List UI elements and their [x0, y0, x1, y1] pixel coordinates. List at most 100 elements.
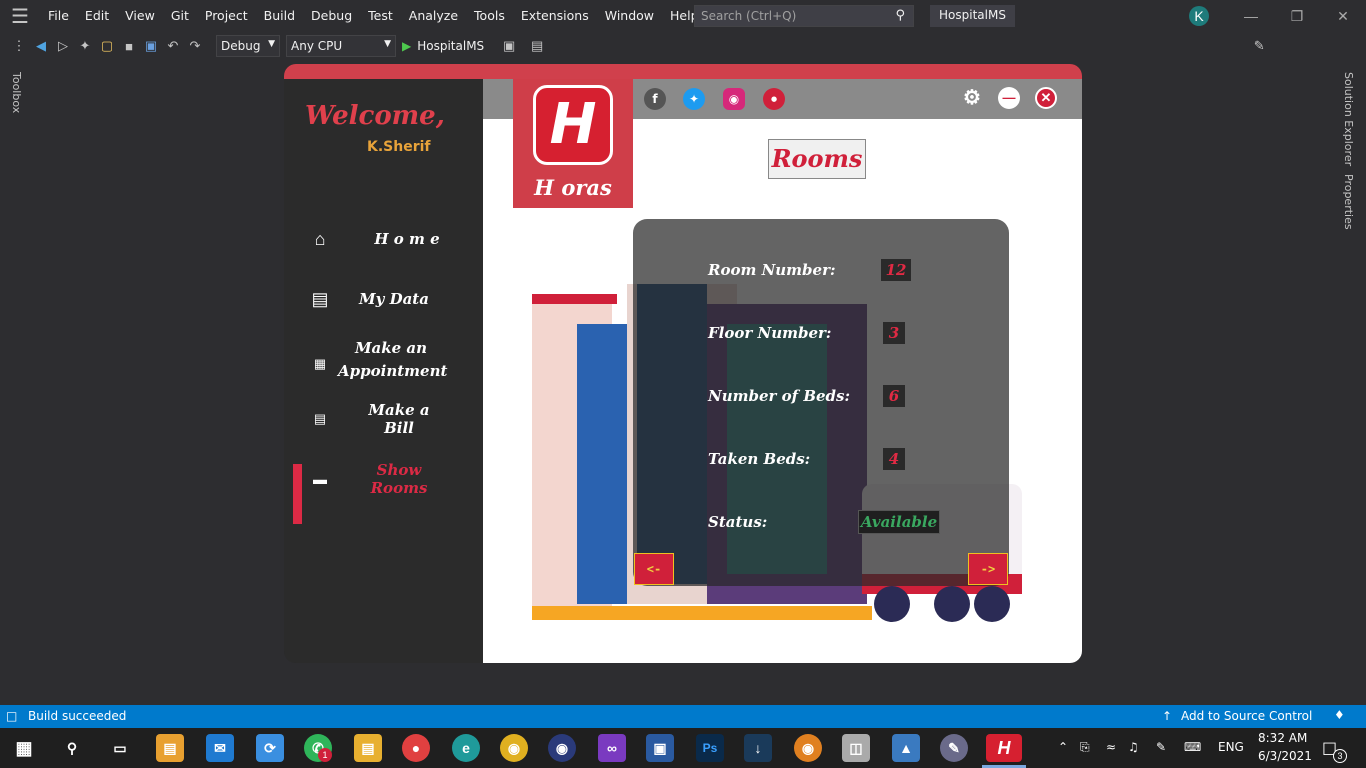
- live-share-icon[interactable]: ✎: [1248, 38, 1270, 54]
- menu-extensions[interactable]: Extensions: [513, 0, 597, 32]
- horas-app-icon[interactable]: H: [986, 734, 1022, 762]
- undo-icon[interactable]: ↶: [162, 38, 184, 54]
- minimize-icon[interactable]: —: [1228, 0, 1274, 32]
- search-icon[interactable]: ⚲: [58, 734, 86, 762]
- search-icon: ⚲: [895, 8, 905, 23]
- store-icon[interactable]: ▤: [156, 734, 184, 762]
- page-title: Rooms: [768, 139, 866, 179]
- next-room-button[interactable]: ->: [968, 553, 1008, 585]
- gear-icon[interactable]: ⚙: [961, 87, 983, 109]
- windows-start-icon[interactable]: ▦: [10, 734, 38, 762]
- open-folder-icon[interactable]: ▢: [96, 38, 118, 54]
- menu-file[interactable]: File: [40, 0, 77, 32]
- menu-edit[interactable]: Edit: [77, 0, 117, 32]
- sync-icon[interactable]: ⟳: [256, 734, 284, 762]
- username-label: K.Sherif: [367, 139, 431, 155]
- nav-appointment-line1: Make an: [354, 339, 428, 357]
- wifi-icon[interactable]: ≈: [1106, 740, 1116, 754]
- bell-icon[interactable]: ♦: [1334, 708, 1345, 722]
- status-label: Status:: [708, 513, 768, 531]
- start-debug-button[interactable]: ▶ HospitalMS: [402, 39, 484, 53]
- menu-view[interactable]: View: [117, 0, 163, 32]
- edge-icon[interactable]: e: [452, 734, 480, 762]
- clock-date[interactable]: 6/3/2021: [1258, 749, 1312, 763]
- menu-test[interactable]: Test: [360, 0, 401, 32]
- taken-beds-label: Taken Beds:: [708, 450, 811, 468]
- output-icon[interactable]: □: [6, 709, 17, 723]
- new-project-icon[interactable]: ✦: [74, 38, 96, 54]
- recorder-icon[interactable]: ●: [402, 734, 430, 762]
- installer-icon[interactable]: ↓: [744, 734, 772, 762]
- build-status-text: Build succeeded: [28, 709, 127, 723]
- restore-icon[interactable]: ❐: [1274, 0, 1320, 32]
- toolbox-tab[interactable]: Toolbox: [10, 72, 23, 113]
- menu-build[interactable]: Build: [256, 0, 303, 32]
- twitter-icon[interactable]: ✦: [683, 88, 705, 110]
- task-view-icon[interactable]: ▭: [106, 734, 134, 762]
- forward-icon[interactable]: ▷: [52, 38, 74, 54]
- photos-icon[interactable]: ▲: [892, 734, 920, 762]
- save-icon[interactable]: ■: [118, 39, 140, 54]
- instagram-icon[interactable]: ◉: [723, 88, 745, 110]
- properties-tab[interactable]: Properties: [1342, 174, 1355, 230]
- platform-dropdown[interactable]: Any CPU ▼: [286, 35, 396, 57]
- vs-toolbar: ⋮ ◀ ▷ ✦ ▢ ■ ▣ ↶ ↷ Debug ▼ Any CPU ▼ ▶ Ho…: [0, 32, 1366, 60]
- menu-window[interactable]: Window: [597, 0, 662, 32]
- search-placeholder: Search (Ctrl+Q): [701, 9, 797, 23]
- status-badge: Available: [858, 510, 940, 534]
- clock-time[interactable]: 8:32 AM: [1258, 731, 1307, 745]
- folder-icon[interactable]: ▣: [498, 38, 520, 54]
- menu-debug[interactable]: Debug: [303, 0, 360, 32]
- horas-logo: H H oras: [513, 79, 633, 208]
- whatsapp-badge: 1: [318, 748, 332, 762]
- redo-icon[interactable]: ↷: [184, 38, 206, 54]
- search-input[interactable]: Search (Ctrl+Q) ⚲: [694, 5, 914, 27]
- eclipse-icon[interactable]: ◉: [548, 734, 576, 762]
- close-app-button[interactable]: ✕: [1035, 87, 1057, 109]
- database-icon[interactable]: ◫: [842, 734, 870, 762]
- app-title-strip[interactable]: [284, 64, 1082, 79]
- language-indicator[interactable]: ENG: [1218, 740, 1244, 754]
- menu-project[interactable]: Project: [197, 0, 256, 32]
- menu-analyze[interactable]: Analyze: [401, 0, 466, 32]
- pen-icon[interactable]: ✎: [1156, 740, 1166, 754]
- nav-my-data-label: My Data: [359, 290, 429, 308]
- nav-show-rooms[interactable]: ▬ Show Rooms: [284, 461, 483, 497]
- nav-make-bill[interactable]: ▤ Make a Bill: [284, 401, 483, 437]
- solution-explorer-tab[interactable]: Solution Explorer: [1342, 72, 1355, 166]
- back-icon[interactable]: ◀: [30, 38, 52, 54]
- browser-icon[interactable]: ▤: [526, 38, 548, 54]
- app-window-icon[interactable]: ▣: [646, 734, 674, 762]
- visual-studio-icon[interactable]: ∞: [598, 734, 626, 762]
- menu-tools[interactable]: Tools: [466, 0, 513, 32]
- visual-studio-logo-icon[interactable]: ☰: [0, 0, 40, 32]
- nav-make-appointment[interactable]: ▦ Make an Appointment: [284, 339, 483, 389]
- source-control-button[interactable]: Add to Source Control: [1181, 709, 1312, 723]
- user-avatar[interactable]: K: [1189, 6, 1209, 26]
- file-explorer-icon[interactable]: ▤: [354, 734, 382, 762]
- chevron-down-icon: ▼: [384, 39, 391, 49]
- chrome-icon[interactable]: ◉: [500, 734, 528, 762]
- ime-icon[interactable]: ⎘: [1080, 740, 1090, 755]
- config-dropdown[interactable]: Debug ▼: [216, 35, 280, 57]
- blender-icon[interactable]: ◉: [794, 734, 822, 762]
- nav-home[interactable]: ⌂ H o m e: [284, 224, 483, 254]
- photoshop-icon[interactable]: Ps: [696, 734, 724, 762]
- close-icon[interactable]: ✕: [1320, 0, 1366, 32]
- windows-taskbar: ▦ ⚲ ▭ ▤ ✉ ⟳ ✆ 1 ▤ ● e ◉ ◉ ∞ ▣ Ps ↓ ◉ ◫ ▲…: [0, 728, 1366, 768]
- mail-icon[interactable]: ✉: [206, 734, 234, 762]
- save-all-icon[interactable]: ▣: [140, 38, 162, 54]
- keyboard-icon[interactable]: ⌨: [1184, 740, 1201, 754]
- facebook-icon[interactable]: f: [644, 88, 666, 110]
- minimize-app-button[interactable]: —: [998, 87, 1020, 109]
- nav-bill-label: Make a Bill: [368, 401, 430, 437]
- nav-my-data[interactable]: ▤ My Data: [284, 284, 483, 314]
- run-target-label: HospitalMS: [417, 39, 485, 53]
- ask-fm-icon[interactable]: ●: [763, 88, 785, 110]
- receipt-icon: ▤: [313, 411, 327, 426]
- menu-git[interactable]: Git: [163, 0, 197, 32]
- paint-icon[interactable]: ✎: [940, 734, 968, 762]
- volume-icon[interactable]: ♫: [1128, 740, 1139, 754]
- chevron-up-icon[interactable]: ⌃: [1058, 740, 1068, 754]
- previous-room-button[interactable]: <-: [634, 553, 674, 585]
